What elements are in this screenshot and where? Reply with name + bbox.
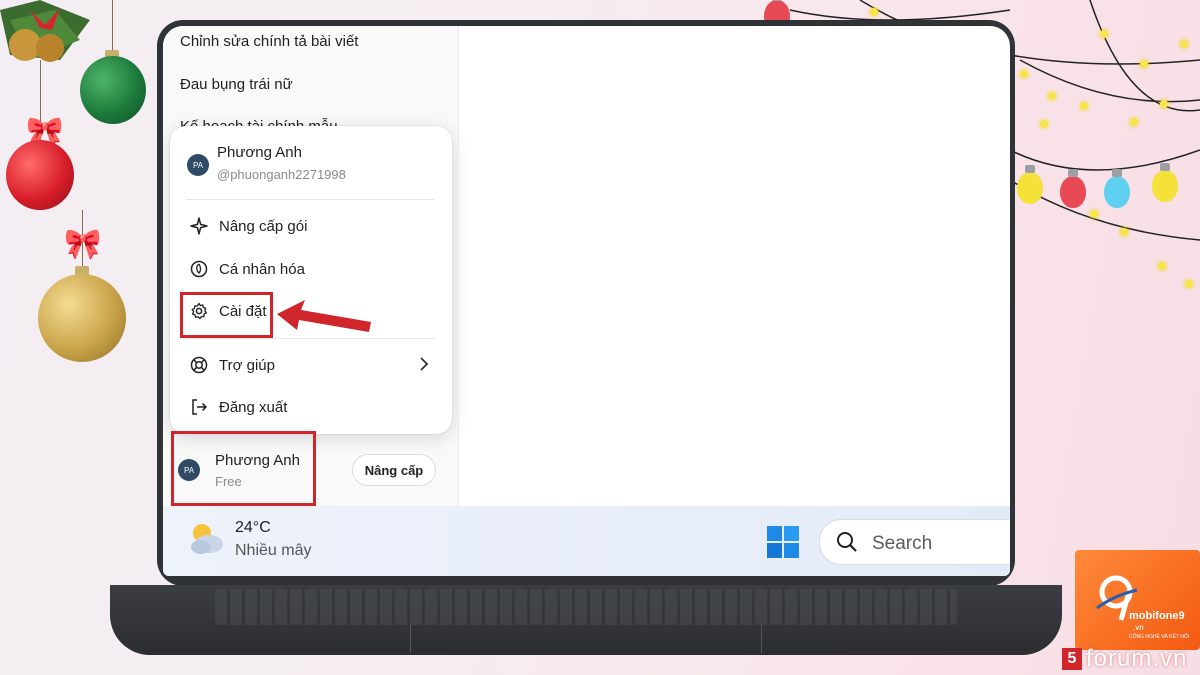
menu-item-label: Nâng cấp gói <box>219 217 308 235</box>
history-item[interactable]: Đau bụng trái nữ <box>180 76 293 93</box>
sidebar-divider <box>458 26 459 506</box>
menu-item-label: Trợ giúp <box>219 356 275 374</box>
highlight-box-settings <box>180 292 273 338</box>
brand-name: mobifone9 <box>1129 610 1185 622</box>
weather-condition: Nhiều mây <box>235 542 312 559</box>
taskbar-search[interactable]: Search <box>819 519 1010 565</box>
highlight-box-account <box>171 431 316 506</box>
profile-menu-popup: PA Phương Anh @phuonganh2271998 Nâng cấp… <box>170 126 452 434</box>
chat-sidebar: Chỉnh sửa chính tả bài viết Đau bụng trá… <box>163 26 458 506</box>
red-ornament-icon <box>6 140 74 210</box>
yellow-bulb-icon <box>1017 165 1043 204</box>
menu-item-personalize[interactable]: Cá nhân hóa <box>180 252 442 286</box>
upgrade-button[interactable]: Nâng cấp <box>352 454 436 486</box>
red-arrow-icon <box>277 300 371 332</box>
blue-bulb-icon <box>1104 169 1130 208</box>
windows-taskbar: 24°C Nhiều mây Search <box>163 506 1010 576</box>
watermark: forum.vn <box>1086 645 1188 672</box>
avatar: PA <box>187 154 209 176</box>
brand-tld: .vn <box>1133 623 1144 632</box>
lifebuoy-icon <box>188 354 210 376</box>
menu-item-label: Đăng xuất <box>219 398 288 416</box>
menu-item-logout[interactable]: Đăng xuất <box>180 390 442 424</box>
laptop-base <box>110 585 1062 655</box>
brand-tagline: CÔNG NGHỆ VÀ KẾT NỐI <box>1129 634 1190 640</box>
weather-temperature: 24°C <box>235 519 271 536</box>
gold-ornament-icon <box>38 274 126 362</box>
watermark-box: 5 <box>1062 648 1082 670</box>
menu-item-label: Cá nhân hóa <box>219 260 305 278</box>
partly-cloudy-icon[interactable] <box>187 520 227 561</box>
trackpad <box>410 625 762 653</box>
chevron-right-icon <box>418 354 430 378</box>
keyboard <box>215 589 957 625</box>
red-bow-icon-2: 🎀 <box>64 228 102 261</box>
yellow-bulb-icon-2 <box>1152 163 1178 202</box>
menu-item-upgrade-plan[interactable]: Nâng cấp gói <box>180 209 442 243</box>
sparkle-icon <box>188 215 210 237</box>
search-label: Search <box>872 533 933 554</box>
personalize-icon <box>188 258 210 280</box>
divider <box>186 338 434 339</box>
laptop-screen: Chỉnh sửa chính tả bài viết Đau bụng trá… <box>163 26 1010 576</box>
logout-icon <box>188 396 210 418</box>
holly-bell-icon <box>0 0 95 75</box>
search-icon <box>836 531 858 558</box>
profile-name: Phương Anh <box>217 144 302 161</box>
menu-item-help[interactable]: Trợ giúp <box>180 348 442 382</box>
red-bulb-icon-2 <box>1060 169 1086 208</box>
history-item[interactable]: Chỉnh sửa chính tả bài viết <box>180 33 358 50</box>
brand-logo: mobifone9 .vn CÔNG NGHỆ VÀ KẾT NỐI <box>1075 550 1200 650</box>
divider <box>186 199 434 200</box>
windows-start-icon[interactable] <box>766 525 800 559</box>
profile-handle: @phuonganh2271998 <box>217 167 346 182</box>
green-ornament-icon <box>80 56 146 124</box>
